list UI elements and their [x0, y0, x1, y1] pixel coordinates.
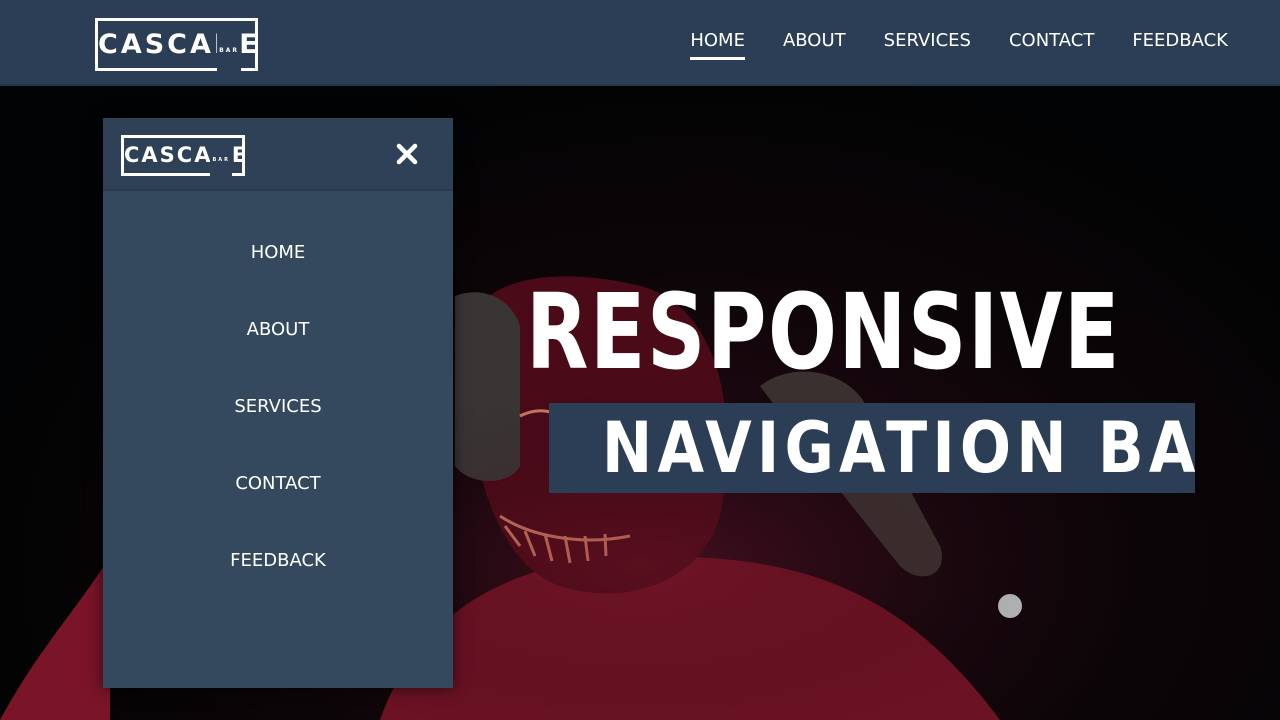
- drawer-link-services[interactable]: SERVICES: [234, 396, 321, 417]
- brand-logo[interactable]: CASCADE BAR: [95, 18, 258, 74]
- drawer-menu: HOME ABOUT SERVICES CONTACT FEEDBACK: [103, 234, 453, 619]
- drawer-link-home[interactable]: HOME: [251, 242, 306, 263]
- drawer-close-button[interactable]: [389, 136, 425, 172]
- nav-link-services[interactable]: SERVICES: [884, 30, 971, 60]
- drawer-item-feedback: FEEDBACK: [103, 542, 453, 619]
- drawer-brand-logo-sub: BAR: [210, 143, 232, 178]
- top-navbar: CASCADE BAR HOME ABOUT SERVICES CONTACT …: [0, 0, 1280, 86]
- nav-link-contact[interactable]: CONTACT: [1009, 30, 1094, 60]
- top-nav-menu: HOME ABOUT SERVICES CONTACT FEEDBACK: [690, 30, 1228, 60]
- nav-link-home[interactable]: HOME: [690, 30, 745, 60]
- drawer-item-contact: CONTACT: [103, 465, 453, 542]
- drawer-item-home: HOME: [103, 234, 453, 311]
- drawer-item-services: SERVICES: [103, 388, 453, 465]
- nav-link-feedback[interactable]: FEEDBACK: [1132, 30, 1228, 60]
- drawer-link-about[interactable]: ABOUT: [247, 319, 310, 340]
- drawer-item-about: ABOUT: [103, 311, 453, 388]
- hero-title-line2: NAVIGATION BAR: [601, 407, 1195, 489]
- nav-link-about[interactable]: ABOUT: [783, 30, 846, 60]
- drawer-link-contact[interactable]: CONTACT: [235, 473, 320, 494]
- drawer-link-feedback[interactable]: FEEDBACK: [230, 550, 326, 571]
- close-icon: [396, 143, 418, 165]
- drawer-brand-logo[interactable]: CASCADE BAR: [121, 135, 246, 178]
- hero-title-line2-box: NAVIGATION BAR: [549, 403, 1195, 493]
- hero-title-line1: RESPONSIVE: [526, 271, 1122, 393]
- drawer-header: CASCADE BAR: [103, 118, 453, 191]
- side-drawer: CASCADE BAR HOME ABOUT SERVICES CONTACT …: [103, 118, 453, 688]
- brand-logo-sub: BAR: [217, 27, 241, 74]
